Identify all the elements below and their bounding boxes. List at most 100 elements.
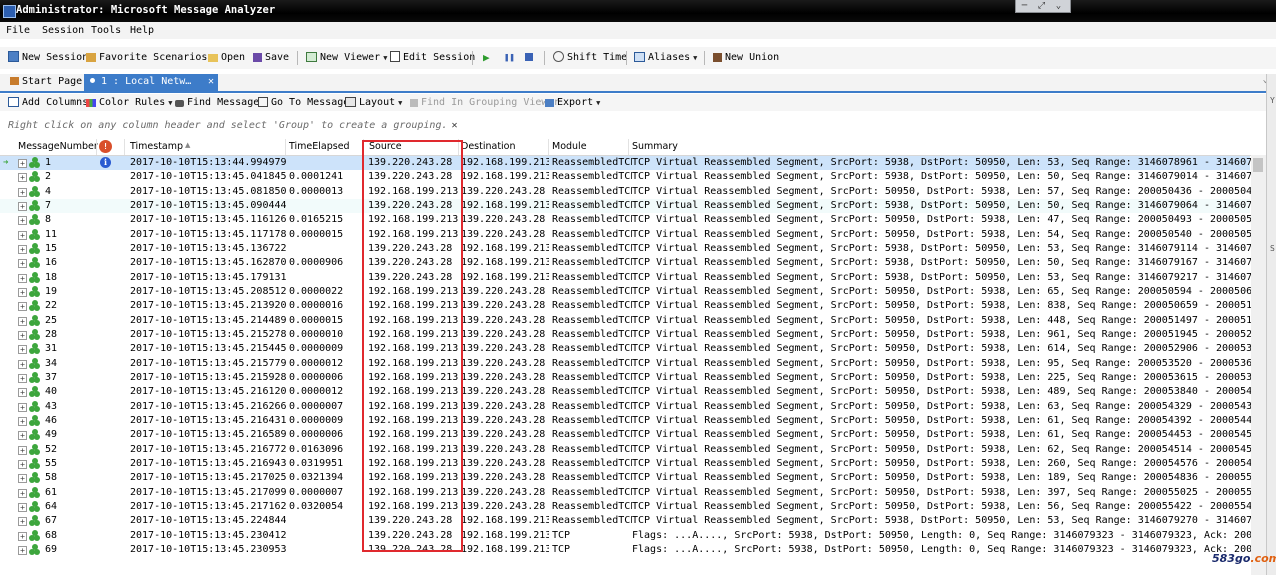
expand-icon[interactable]: + <box>18 459 27 469</box>
table-row[interactable]: +69 2017-10-10T15:13:45.2309534 139.220.24… <box>0 543 1252 557</box>
table-row[interactable]: +16 2017-10-10T15:13:45.1628707 0.0000906 1… <box>0 256 1252 270</box>
column-header-destination[interactable]: Destination <box>461 141 516 152</box>
expand-icon[interactable]: + <box>18 416 27 426</box>
expand-icon[interactable]: + <box>18 316 27 326</box>
expand-icon[interactable]: + <box>18 345 27 355</box>
table-row[interactable]: +15 2017-10-10T15:13:45.1367221 139.220.24… <box>0 242 1252 256</box>
expand-icon[interactable]: + <box>18 201 27 211</box>
menu-session[interactable]: Session <box>42 25 84 36</box>
color-rules-button[interactable]: Color Rules ▼ <box>86 95 172 111</box>
expand-icon[interactable]: + <box>18 431 27 441</box>
expand-icon[interactable]: + <box>18 359 27 369</box>
menu-help[interactable]: Help <box>130 25 154 36</box>
find-in-grouping-viewer-button[interactable]: Find In Grouping Viewer <box>410 95 559 111</box>
scrollbar-thumb[interactable] <box>1253 158 1263 172</box>
expand-icon[interactable]: + <box>18 531 27 541</box>
expand-icon[interactable]: + <box>18 373 27 383</box>
column-header-summary[interactable]: Summary <box>632 141 678 152</box>
chevron-down-icon[interactable]: ⌄ <box>1050 1 1067 13</box>
table-row[interactable]: +43 2017-10-10T15:13:45.2162669 0.0000007 1… <box>0 400 1252 414</box>
new-session-button[interactable]: New Session <box>8 50 88 66</box>
column-divider[interactable] <box>548 139 549 155</box>
table-row[interactable]: +34 2017-10-10T15:13:45.2157798 0.0000012 1… <box>0 357 1252 371</box>
tab-local-network[interactable]: 1 : Local Netw… ✕ <box>84 74 218 91</box>
menu-tools[interactable]: Tools <box>91 25 121 36</box>
expand-icon[interactable]: + <box>18 330 27 340</box>
expand-icon[interactable]: + <box>18 517 27 527</box>
table-row[interactable]: ➜ + i 1 2017-10-10T15:13:44.9949799 139.220.2… <box>0 156 1252 171</box>
close-icon[interactable]: ✕ <box>452 120 458 131</box>
column-divider[interactable] <box>96 139 97 155</box>
table-row[interactable]: +4 2017-10-10T15:13:45.0818507 0.0000013 19… <box>0 185 1252 199</box>
close-icon[interactable]: ✕ <box>208 74 214 90</box>
new-viewer-button[interactable]: New Viewer ▼ <box>306 50 387 66</box>
table-row[interactable]: +67 2017-10-10T15:13:45.2248443 139.220.24… <box>0 514 1252 528</box>
expand-icon[interactable]: + <box>18 273 27 283</box>
table-row[interactable]: +2 2017-10-10T15:13:45.0418454 0.0001241 13… <box>0 170 1252 184</box>
start-button[interactable]: ▶ <box>483 50 490 66</box>
diagnosis-icon[interactable]: ! <box>99 140 112 153</box>
vertical-scrollbar[interactable] <box>1251 155 1266 575</box>
column-divider[interactable] <box>628 139 629 155</box>
open-button[interactable]: Open <box>208 50 245 66</box>
column-header-module[interactable]: Module <box>552 141 587 152</box>
expand-icon[interactable]: + <box>18 244 27 254</box>
table-row[interactable]: +46 2017-10-10T15:13:45.2164314 0.0000009 1… <box>0 414 1252 428</box>
table-row[interactable]: +22 2017-10-10T15:13:45.2139202 0.0000016 1… <box>0 299 1252 313</box>
find-message-button[interactable]: Find Message <box>175 95 259 111</box>
export-button[interactable]: Export ▼ <box>545 95 600 111</box>
info-icon[interactable]: i <box>100 157 111 168</box>
table-row[interactable]: +55 2017-10-10T15:13:45.2169431 0.0319951 1… <box>0 457 1252 471</box>
table-row[interactable]: +31 2017-10-10T15:13:45.2154456 0.0000009 1… <box>0 342 1252 356</box>
table-row[interactable]: +37 2017-10-10T15:13:45.2159287 0.0000006 1… <box>0 371 1252 385</box>
table-row[interactable]: +61 2017-10-10T15:13:45.2170991 0.0000007 1… <box>0 486 1252 500</box>
save-button[interactable]: Save <box>253 50 289 66</box>
table-row[interactable]: +18 2017-10-10T15:13:45.1791318 139.220.24… <box>0 271 1252 285</box>
shift-time-button[interactable]: Shift Time <box>553 50 627 66</box>
edit-session-button[interactable]: Edit Session <box>390 50 475 66</box>
go-to-message-button[interactable]: Go To Message <box>258 95 349 111</box>
minimize-icon[interactable]: ─ <box>1016 1 1033 13</box>
expand-icon[interactable]: + <box>18 187 27 197</box>
table-row[interactable]: +52 2017-10-10T15:13:45.2167724 0.0163096 1… <box>0 443 1252 457</box>
tab-start-page[interactable]: Start Page <box>4 74 88 91</box>
column-divider[interactable] <box>285 139 286 155</box>
add-columns-button[interactable]: Add Columns <box>8 95 88 111</box>
table-row[interactable]: +58 2017-10-10T15:13:45.2170259 0.0321394 1… <box>0 471 1252 485</box>
table-row[interactable]: +11 2017-10-10T15:13:45.1171787 0.0000015 1… <box>0 228 1252 242</box>
column-header-time-elapsed[interactable]: TimeElapsed <box>289 141 350 152</box>
expand-icon[interactable]: + <box>18 173 27 183</box>
pause-button[interactable]: ❚❚ <box>504 50 515 66</box>
table-row[interactable]: +8 2017-10-10T15:13:45.1161262 0.0165215 19… <box>0 213 1252 227</box>
table-row[interactable]: +40 2017-10-10T15:13:45.2161205 0.0000012 1… <box>0 385 1252 399</box>
expand-icon[interactable]: + <box>18 474 27 484</box>
aliases-button[interactable]: Aliases ▼ <box>634 50 697 66</box>
table-row[interactable]: +19 2017-10-10T15:13:45.2085121 0.0000022 1… <box>0 285 1252 299</box>
expand-icon[interactable]: + <box>18 488 27 498</box>
stop-button[interactable] <box>525 50 533 66</box>
expand-icon[interactable]: + <box>18 302 27 312</box>
expand-icon[interactable]: + <box>18 388 27 398</box>
table-row[interactable]: +25 2017-10-10T15:13:45.2144896 0.0000015 1… <box>0 314 1252 328</box>
expand-icon[interactable]: + <box>18 445 27 455</box>
favorite-scenarios-button[interactable]: Favorite Scenarios▼ <box>86 50 215 66</box>
restore-icon[interactable]: ⤢ <box>1033 1 1050 13</box>
menu-file[interactable]: File <box>6 25 30 36</box>
column-header-timestamp[interactable]: Timestamp ▲ <box>130 141 190 152</box>
expand-icon[interactable]: + <box>18 287 27 297</box>
column-divider[interactable] <box>124 139 125 155</box>
table-row[interactable]: +7 2017-10-10T15:13:45.0904449 139.220.243… <box>0 198 1252 214</box>
expand-icon[interactable]: + <box>18 216 27 226</box>
layout-button[interactable]: Layout ▼ <box>345 95 402 111</box>
expand-icon[interactable]: + <box>18 545 27 555</box>
expand-icon[interactable]: + <box>18 159 27 168</box>
table-row[interactable]: +28 2017-10-10T15:13:45.2152780 0.0000010 1… <box>0 328 1252 342</box>
new-union-button[interactable]: New Union <box>713 50 779 66</box>
table-row[interactable]: +64 2017-10-10T15:13:45.2171621 0.0320054 1… <box>0 500 1252 514</box>
table-row[interactable]: +68 2017-10-10T15:13:45.2304122 139.220.24… <box>0 529 1252 543</box>
expand-icon[interactable]: + <box>18 259 27 269</box>
expand-icon[interactable]: + <box>18 502 27 512</box>
expand-icon[interactable]: + <box>18 402 27 412</box>
expand-icon[interactable]: + <box>18 230 27 240</box>
table-row[interactable]: +49 2017-10-10T15:13:45.2165890 0.0000006 1… <box>0 428 1252 442</box>
